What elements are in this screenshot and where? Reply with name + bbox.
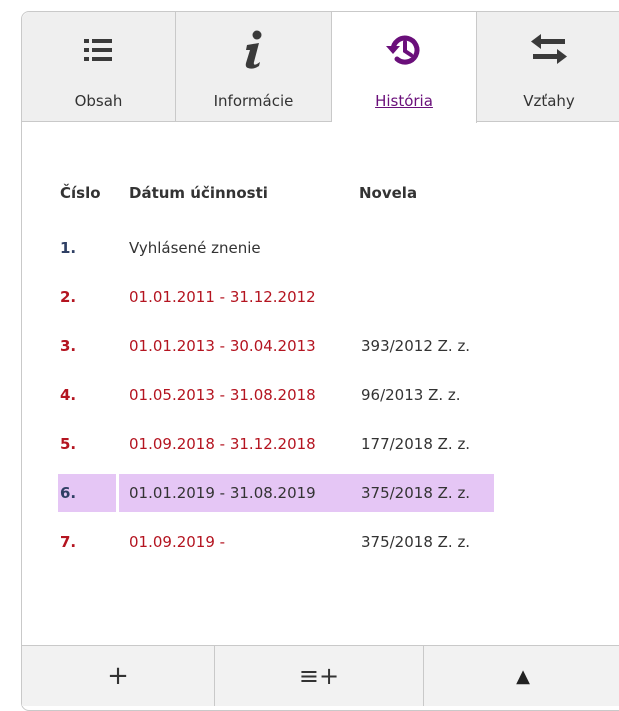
table-row[interactable]: 1. Vyhlásené znenie xyxy=(58,229,498,267)
plus-icon: + xyxy=(107,661,129,691)
tab-label: Informácie xyxy=(213,92,294,110)
header-novela: Novela xyxy=(359,184,418,202)
tab-informacie[interactable]: Informácie xyxy=(176,12,332,122)
row-date[interactable]: 01.01.2011 - 31.12.2012 xyxy=(119,278,362,316)
row-number: 2. xyxy=(60,288,77,306)
list-add-icon: ≡+ xyxy=(298,662,340,690)
header-date: Dátum účinnosti xyxy=(129,184,268,202)
row-number: 5. xyxy=(60,435,77,453)
row-number: 1. xyxy=(60,239,77,257)
expand-all-button[interactable]: ≡+ xyxy=(215,646,424,706)
tab-vztahy[interactable]: Vzťahy xyxy=(477,12,619,122)
row-novela[interactable]: 375/2018 Z. z. xyxy=(355,474,494,512)
tab-bar: Obsah Informácie História Vzťahy xyxy=(22,12,619,123)
row-date[interactable]: 01.05.2013 - 31.08.2018 xyxy=(119,376,362,414)
scroll-top-button[interactable]: ▲ xyxy=(424,646,619,706)
triangle-up-icon: ▲ xyxy=(516,665,530,687)
row-number: 7. xyxy=(60,533,77,551)
tab-historia[interactable]: História xyxy=(332,12,477,123)
arrows-exchange-icon xyxy=(477,32,619,68)
row-novela xyxy=(355,278,494,316)
table-row-current[interactable]: 6. 01.01.2019 - 31.08.2019 375/2018 Z. z… xyxy=(58,474,498,512)
row-number: 3. xyxy=(60,337,77,355)
row-novela[interactable]: 96/2013 Z. z. xyxy=(355,376,494,414)
row-date[interactable]: 01.09.2018 - 31.12.2018 xyxy=(119,425,362,463)
row-novela[interactable]: 375/2018 Z. z. xyxy=(355,523,494,561)
row-date[interactable]: 01.01.2013 - 30.04.2013 xyxy=(119,327,362,365)
row-date[interactable]: Vyhlásené znenie xyxy=(119,229,362,267)
table-row[interactable]: 2. 01.01.2011 - 31.12.2012 xyxy=(58,278,498,316)
header-number: Číslo xyxy=(60,184,101,202)
table-row[interactable]: 4. 01.05.2013 - 31.08.2018 96/2013 Z. z. xyxy=(58,376,498,414)
side-panel: Obsah Informácie História Vzťahy Číslo D… xyxy=(21,11,619,711)
row-number: 4. xyxy=(60,386,77,404)
row-novela[interactable]: 177/2018 Z. z. xyxy=(355,425,494,463)
tab-label: Obsah xyxy=(74,92,123,110)
row-novela xyxy=(355,229,494,267)
bottom-toolbar: + ≡+ ▲ xyxy=(22,645,619,706)
tab-label: Vzťahy xyxy=(523,92,575,110)
list-icon xyxy=(22,32,175,68)
row-date[interactable]: 01.01.2019 - 31.08.2019 xyxy=(119,474,362,512)
tab-label: História xyxy=(375,92,433,110)
info-icon xyxy=(176,30,331,69)
table-row[interactable]: 3. 01.01.2013 - 30.04.2013 393/2012 Z. z… xyxy=(58,327,498,365)
row-number: 6. xyxy=(58,474,116,512)
tab-obsah[interactable]: Obsah xyxy=(22,12,176,122)
table-row[interactable]: 5. 01.09.2018 - 31.12.2018 177/2018 Z. z… xyxy=(58,425,498,463)
row-novela[interactable]: 393/2012 Z. z. xyxy=(355,327,494,365)
table-row[interactable]: 7. 01.09.2019 - 375/2018 Z. z. xyxy=(58,523,498,561)
row-date[interactable]: 01.09.2019 - xyxy=(119,523,362,561)
history-icon xyxy=(332,32,476,68)
expand-button[interactable]: + xyxy=(22,646,215,706)
